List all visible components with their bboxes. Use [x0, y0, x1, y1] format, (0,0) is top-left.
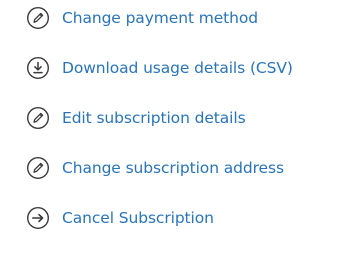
edit-subscription-details-link[interactable]: Edit subscription details — [26, 105, 348, 131]
cancel-subscription-link[interactable]: Cancel Subscription — [26, 205, 348, 231]
cancel-subscription-label: Cancel Subscription — [62, 209, 214, 227]
download-usage-details-link[interactable]: Download usage details (CSV) — [26, 55, 348, 81]
pencil-circle-icon — [26, 6, 50, 30]
change-subscription-address-link[interactable]: Change subscription address — [26, 155, 348, 181]
download-circle-icon — [26, 56, 50, 80]
change-payment-method-label: Change payment method — [62, 9, 259, 27]
pencil-circle-icon — [26, 106, 50, 130]
pencil-circle-icon — [26, 156, 50, 180]
change-payment-method-link[interactable]: Change payment method — [26, 5, 348, 31]
download-usage-details-label: Download usage details (CSV) — [62, 59, 293, 77]
change-subscription-address-label: Change subscription address — [62, 159, 284, 177]
subscription-action-list: Change payment method Download usage det… — [26, 5, 348, 231]
edit-subscription-details-label: Edit subscription details — [62, 109, 246, 127]
arrow-right-circle-icon — [26, 206, 50, 230]
